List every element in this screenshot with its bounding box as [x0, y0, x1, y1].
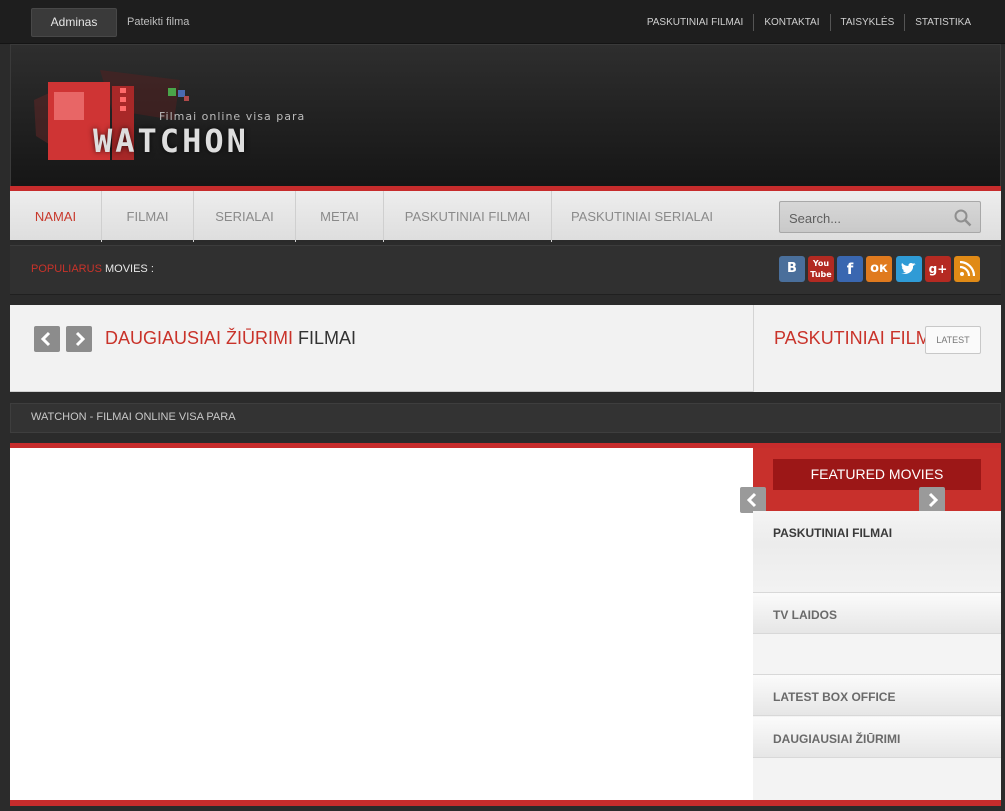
nav-movies[interactable]: FILMAI [102, 191, 194, 242]
sidebar-label-latest-movies: PASKUTINIAI FILMAI [773, 526, 893, 540]
chevron-right-icon [75, 331, 86, 347]
content-bottom-divider [10, 800, 1001, 806]
panel-title-red: DAUGIAUSIAI ŽIŪRIMI [105, 328, 294, 348]
popular-label-white: MOVIES : [104, 263, 154, 275]
nav-home[interactable]: NAMAI [10, 191, 102, 242]
latest-movies-title: PASKUTINIAI FILMAI [774, 328, 948, 348]
rss-icon[interactable] [954, 256, 980, 282]
google-plus-icon[interactable]: g+ [925, 256, 951, 282]
popular-label-red: POPULIARUS [31, 263, 102, 275]
facebook-icon[interactable]: f [837, 256, 863, 282]
top-nav-latest-movies[interactable]: PASKUTINIAI FILMAI [637, 14, 754, 31]
featured-movies-button[interactable]: FEATURED MOVIES [773, 459, 981, 490]
sidebar-label-tv-shows: TV LAIDOS [773, 608, 838, 622]
top-nav-statistics[interactable]: STATISTIKA [904, 14, 971, 31]
sidebar-item-latest-movies[interactable] [753, 511, 1001, 593]
admin-button[interactable]: Adminas [31, 8, 117, 37]
popular-label: POPULIARUS MOVIES : [31, 263, 154, 275]
search-box [779, 201, 981, 233]
chevron-right-icon [928, 492, 939, 508]
prev-arrow-button[interactable] [34, 326, 60, 352]
submit-movie-link[interactable]: Pateikti filma [127, 16, 189, 28]
top-nav-rules[interactable]: TAISYKLĖS [829, 14, 905, 31]
odnoklassniki-icon[interactable]: ок [866, 256, 892, 282]
breadcrumb: WATCHON - FILMAI ONLINE VISA PARA [31, 411, 236, 423]
sidebar-item-empty [753, 634, 1001, 675]
vk-icon[interactable]: B [779, 256, 805, 282]
sidebar-label-box-office: LATEST BOX OFFICE [773, 690, 896, 704]
top-nav-contacts[interactable]: KONTAKTAI [753, 14, 829, 31]
nav-years[interactable]: METAI [296, 191, 384, 242]
search-icon[interactable] [954, 209, 972, 227]
chevron-left-icon [40, 331, 51, 347]
nav-series[interactable]: SERIALAI [194, 191, 296, 242]
chevron-left-icon [746, 492, 757, 508]
next-arrow-button[interactable] [66, 326, 92, 352]
search-input[interactable] [789, 208, 949, 228]
main-content [10, 448, 753, 800]
nav-latest-movies[interactable]: PASKUTINIAI FILMAI [384, 191, 552, 242]
nav-latest-series[interactable]: PASKUTINIAI SERIALAI [552, 191, 732, 242]
panel-title: DAUGIAUSIAI ŽIŪRIMI FILMAI [105, 328, 356, 349]
logo-title[interactable]: WATCHON [93, 122, 249, 160]
sidebar-label-most-watched: DAUGIAUSIAI ŽIŪRIMI [773, 732, 901, 746]
sidebar-next-arrow[interactable] [919, 487, 945, 513]
twitter-icon[interactable] [896, 256, 922, 282]
youtube-icon[interactable]: You Tube [808, 256, 834, 282]
panel-title-dark: FILMAI [298, 328, 357, 348]
top-nav: PASKUTINIAI FILMAI KONTAKTAI TAISYKLĖS S… [637, 14, 971, 31]
sidebar-prev-arrow[interactable] [740, 487, 766, 513]
latest-button[interactable]: LATEST [925, 326, 981, 354]
